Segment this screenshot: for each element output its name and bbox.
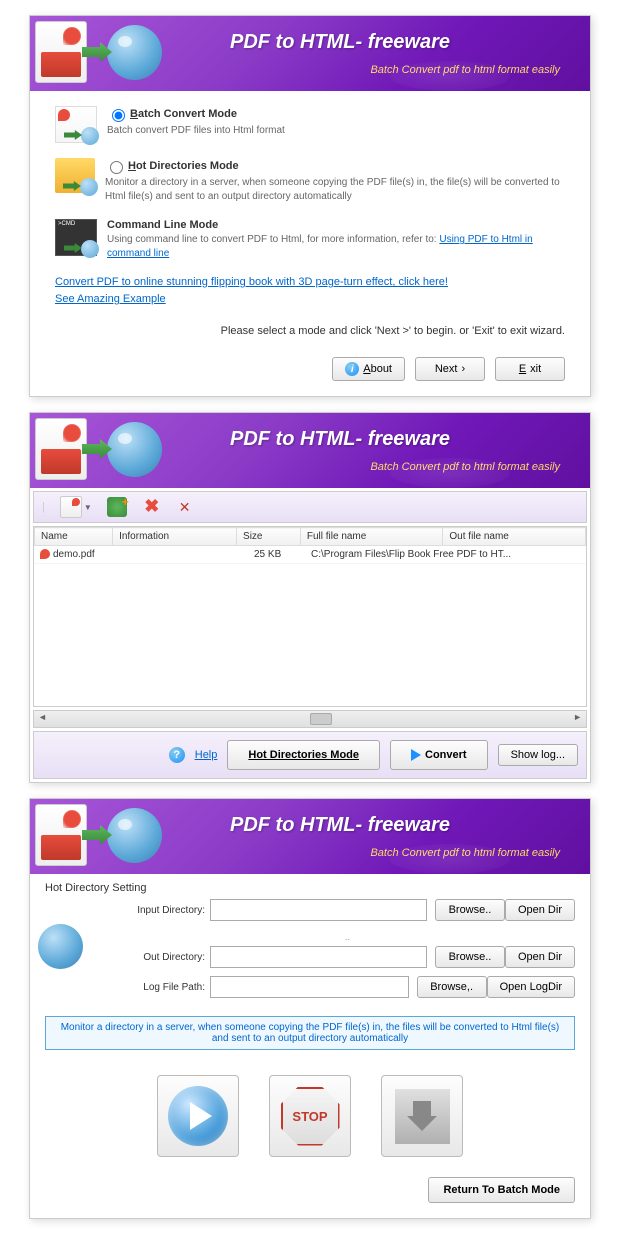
log-browse-button[interactable]: Browse,. bbox=[417, 976, 487, 998]
cmd-desc: Using command line to convert PDF to Htm… bbox=[107, 233, 565, 261]
mode-select-window: PDF to HTML- freeware Batch Convert pdf … bbox=[29, 15, 591, 397]
cmd-mode-icon bbox=[55, 219, 97, 256]
app-subtitle: Batch Convert pdf to html format easily bbox=[370, 847, 560, 859]
header: PDF to HTML- freeware Batch Convert pdf … bbox=[30, 413, 590, 488]
control-buttons: STOP bbox=[30, 1060, 590, 1172]
col-fullname[interactable]: Full file name bbox=[300, 528, 443, 546]
file-table: Name Information Size Full file name Out… bbox=[33, 526, 587, 707]
mode-batch[interactable]: Batch Convert Mode Batch convert PDF fil… bbox=[55, 106, 565, 143]
header-logo bbox=[35, 418, 162, 480]
out-dir-row: Out Directory: Browse.. Open Dir bbox=[105, 946, 590, 968]
return-button[interactable]: Return To Batch Mode bbox=[428, 1177, 575, 1203]
header: PDF to HTML- freeware Batch Convert pdf … bbox=[30, 16, 590, 91]
log-path-row: Log File Path: Browse,. Open LogDir bbox=[105, 976, 590, 998]
stop-sign-icon: STOP bbox=[281, 1087, 340, 1146]
flipbook-link[interactable]: Convert PDF to online stunning flipping … bbox=[55, 276, 448, 288]
out-browse-button[interactable]: Browse.. bbox=[435, 946, 505, 968]
hot-directory-window: PDF to HTML- freeware Batch Convert pdf … bbox=[29, 798, 591, 1219]
batch-mode-icon bbox=[55, 106, 97, 143]
mode-hotdir[interactable]: Hot Directories Mode Monitor a directory… bbox=[55, 158, 565, 204]
hot-directories-button[interactable]: Hot Directories Mode bbox=[227, 740, 380, 770]
batch-desc: Batch convert PDF files into Html format bbox=[107, 124, 565, 138]
info-icon: i bbox=[345, 362, 359, 376]
section-title: Hot Directory Setting bbox=[30, 874, 590, 899]
log-path-field[interactable] bbox=[210, 976, 409, 998]
batch-title: Batch Convert Mode bbox=[130, 108, 237, 120]
out-opendir-button[interactable]: Open Dir bbox=[505, 946, 575, 968]
next-button[interactable]: Next› bbox=[415, 357, 485, 381]
exit-button[interactable]: Exit bbox=[495, 357, 565, 381]
play-icon bbox=[411, 749, 421, 761]
globe-large-icon bbox=[38, 924, 83, 969]
example-link[interactable]: See Amazing Example bbox=[55, 293, 166, 305]
add-file-button[interactable] bbox=[60, 496, 82, 518]
delete-button[interactable]: ✖ bbox=[142, 497, 162, 517]
input-dir-field[interactable] bbox=[210, 899, 427, 921]
show-log-button[interactable]: Show log... bbox=[498, 744, 578, 766]
batch-radio[interactable] bbox=[112, 109, 125, 122]
hotdir-desc: Monitor a directory in a server, when so… bbox=[105, 176, 565, 204]
download-button[interactable] bbox=[381, 1075, 463, 1157]
play-circle-icon bbox=[168, 1086, 228, 1146]
app-subtitle: Batch Convert pdf to html format easily bbox=[370, 461, 560, 473]
dots-label: .. bbox=[105, 929, 590, 946]
mode-cmdline: Command Line Mode Using command line to … bbox=[55, 219, 565, 261]
log-opendir-button[interactable]: Open LogDir bbox=[487, 976, 575, 998]
pdf-icon bbox=[35, 21, 87, 83]
stop-button[interactable]: STOP bbox=[269, 1075, 351, 1157]
cell-full: C:\Program Files\Flip Book Free PDF to H… bbox=[305, 546, 571, 564]
app-title: PDF to HTML- freeware bbox=[230, 31, 450, 54]
cell-name: demo.pdf bbox=[53, 549, 95, 560]
info-message: Monitor a directory in a server, when so… bbox=[45, 1016, 575, 1050]
col-info[interactable]: Information bbox=[113, 528, 237, 546]
col-size[interactable]: Size bbox=[237, 528, 301, 546]
cell-info bbox=[141, 546, 248, 564]
input-dir-row: Input Directory: Browse.. Open Dir bbox=[105, 899, 590, 921]
hotdir-title: Hot Directories Mode bbox=[128, 160, 239, 172]
pdf-icon bbox=[35, 804, 87, 866]
start-button[interactable] bbox=[157, 1075, 239, 1157]
col-outname[interactable]: Out file name bbox=[443, 528, 586, 546]
log-path-label: Log File Path: bbox=[120, 982, 210, 993]
input-opendir-button[interactable]: Open Dir bbox=[505, 899, 575, 921]
globe-icon bbox=[107, 808, 162, 863]
input-browse-button[interactable]: Browse.. bbox=[435, 899, 505, 921]
table-row[interactable]: demo.pdf 25 KB C:\Program Files\Flip Boo… bbox=[34, 546, 586, 564]
horizontal-scrollbar[interactable] bbox=[33, 710, 587, 728]
help-icon: ? bbox=[169, 747, 185, 763]
pdf-icon bbox=[35, 418, 87, 480]
add-folder-button[interactable] bbox=[107, 497, 127, 517]
table-header-row: Name Information Size Full file name Out… bbox=[35, 528, 586, 546]
cell-out bbox=[571, 546, 586, 564]
app-subtitle: Batch Convert pdf to html format easily bbox=[370, 64, 560, 76]
help-link[interactable]: Help bbox=[195, 749, 218, 761]
app-title: PDF to HTML- freeware bbox=[230, 428, 450, 451]
batch-convert-window: PDF to HTML- freeware Batch Convert pdf … bbox=[29, 412, 591, 783]
pdf-file-icon bbox=[40, 549, 50, 559]
convert-button[interactable]: Convert bbox=[390, 740, 488, 770]
hotdir-radio[interactable] bbox=[110, 161, 123, 174]
header-logo bbox=[35, 21, 162, 83]
cmd-title: Command Line Mode bbox=[107, 219, 218, 231]
about-button[interactable]: iAbout bbox=[332, 357, 405, 381]
toolbar: | ▼ ✖ bbox=[33, 491, 587, 523]
input-dir-label: Input Directory: bbox=[120, 905, 210, 916]
header: PDF to HTML- freeware Batch Convert pdf … bbox=[30, 799, 590, 874]
instruction-text: Please select a mode and click 'Next >' … bbox=[55, 325, 565, 337]
col-name[interactable]: Name bbox=[35, 528, 113, 546]
dropdown-icon[interactable]: ▼ bbox=[84, 503, 92, 512]
bottom-toolbar: ? Help Hot Directories Mode Convert Show… bbox=[33, 731, 587, 779]
globe-icon bbox=[107, 25, 162, 80]
globe-icon bbox=[107, 422, 162, 477]
tools-button[interactable] bbox=[177, 497, 197, 517]
out-dir-field[interactable] bbox=[210, 946, 427, 968]
header-logo bbox=[35, 804, 162, 866]
down-arrow-icon bbox=[395, 1089, 450, 1144]
out-dir-label: Out Directory: bbox=[120, 952, 210, 963]
cell-size: 25 KB bbox=[248, 546, 305, 564]
app-title: PDF to HTML- freeware bbox=[230, 814, 450, 837]
hotdir-mode-icon bbox=[55, 158, 95, 193]
